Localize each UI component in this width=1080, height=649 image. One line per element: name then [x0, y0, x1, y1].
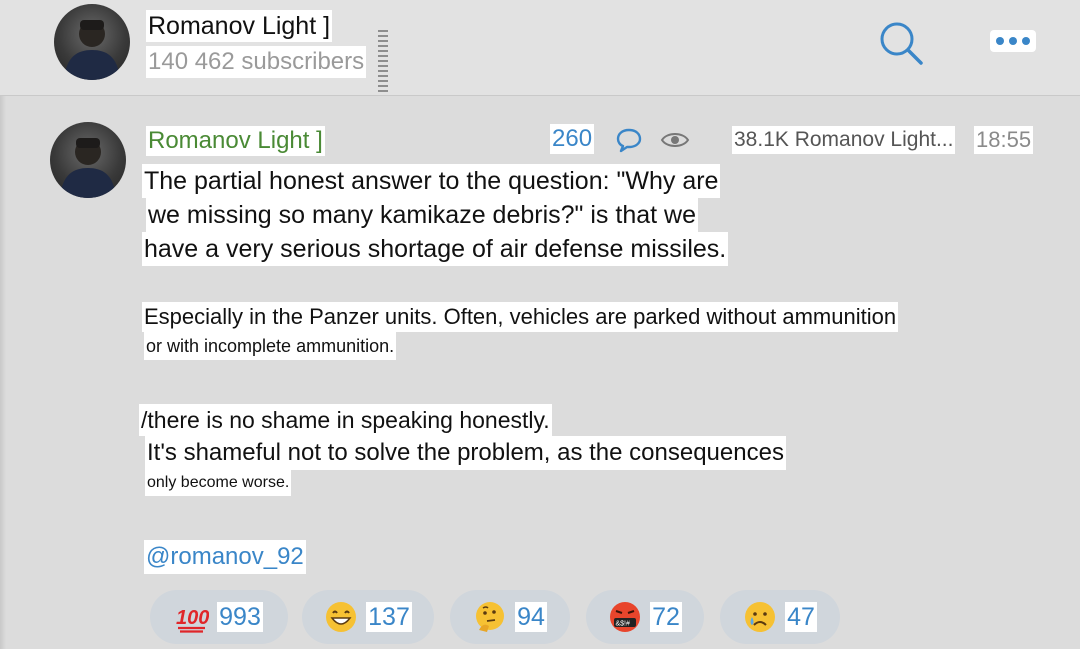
reaction-grinning-face[interactable]: 137 [302, 590, 434, 644]
views-and-signature: 38.1K Romanov Light... [732, 126, 956, 154]
channel-handle-link[interactable]: @romanov_92 [144, 540, 306, 574]
text-line: have a very serious shortage of air defe… [142, 232, 729, 266]
views-eye-icon [660, 130, 690, 150]
left-edge-shadow [0, 96, 6, 649]
text-line: The partial honest answer to the questio… [142, 164, 721, 198]
search-icon[interactable] [876, 18, 926, 68]
channel-avatar[interactable] [54, 4, 130, 80]
reaction-thinking-face[interactable]: 94 [450, 590, 570, 644]
reaction-count: 94 [515, 602, 547, 632]
comment-bubble-icon[interactable] [615, 127, 643, 153]
thinking-face-icon [476, 602, 505, 632]
post-paragraph-1: The partial honest answer to the questio… [142, 164, 729, 266]
text-line: /there is no shame in speaking honestly. [139, 404, 552, 436]
reaction-count: 47 [785, 602, 817, 632]
comments-count[interactable]: 260 [550, 124, 595, 154]
grinning-face-icon [326, 602, 357, 632]
post-paragraph-3: /there is no shame in speaking honestly.… [139, 404, 786, 496]
author-avatar[interactable] [50, 122, 126, 198]
post-time: 18:55 [974, 126, 1034, 154]
reaction-hundred-points[interactable]: 100 993 [150, 590, 288, 644]
reaction-count: 993 [217, 602, 263, 632]
text-line: It's shameful not to solve the problem, … [145, 436, 786, 470]
reaction-cursing-face[interactable]: &$!# 72 [586, 590, 704, 644]
cursing-face-icon: &$!# [610, 602, 641, 632]
reaction-crying-face[interactable]: 47 [720, 590, 840, 644]
more-options-icon[interactable] [990, 30, 1036, 52]
post-paragraph-2: Especially in the Panzer units. Often, v… [142, 302, 899, 360]
crying-face-icon [745, 602, 776, 632]
channel-title[interactable]: Romanov Light ] [146, 10, 333, 42]
scan-artifact [378, 30, 388, 92]
hundred-points-icon: 100 [176, 607, 209, 633]
reaction-count: 137 [366, 602, 412, 632]
svg-text:100: 100 [176, 607, 209, 629]
text-line: we missing so many kamikaze debris?" is … [146, 198, 698, 232]
post-author-name[interactable]: Romanov Light ] [146, 126, 325, 156]
reaction-count: 72 [650, 602, 682, 632]
subscriber-count: 140 462 subscribers [146, 46, 367, 78]
text-line: or with incomplete ammunition. [144, 332, 397, 360]
svg-text:&$!#: &$!# [616, 621, 631, 628]
text-line: Especially in the Panzer units. Often, v… [142, 302, 899, 332]
channel-header: Romanov Light ] 140 462 subscribers [0, 0, 1080, 96]
text-line: only become worse. [145, 470, 292, 496]
